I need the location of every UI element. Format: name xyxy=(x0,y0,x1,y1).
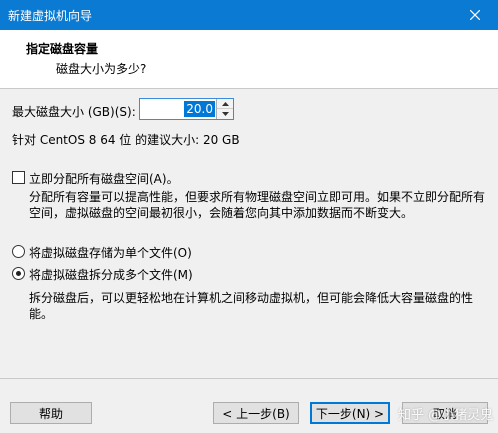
single-file-radio[interactable] xyxy=(12,245,25,258)
disk-size-input[interactable]: 20.0 xyxy=(184,101,215,117)
page-title: 指定磁盘容量 xyxy=(26,42,99,56)
multi-file-label[interactable]: 将虚拟磁盘拆分成多个文件(M) xyxy=(29,266,193,283)
help-button[interactable]: 帮助 xyxy=(10,402,92,424)
allocate-checkbox[interactable] xyxy=(12,171,25,184)
watermark: 知乎 @小猪灵鬼 xyxy=(398,408,494,423)
next-button[interactable]: 下一步(N) > xyxy=(310,402,390,424)
multi-file-radio[interactable] xyxy=(12,267,25,280)
page-subtitle: 磁盘大小为多少? xyxy=(56,62,147,76)
triangle-down-icon xyxy=(221,112,229,116)
window-title: 新建虚拟机向导 xyxy=(8,9,93,23)
recommended-size-text: 针对 CentOS 8 64 位 的建议大小: 20 GB xyxy=(12,133,240,147)
footer-divider xyxy=(0,378,498,379)
back-button[interactable]: < 上一步(B) xyxy=(213,402,299,424)
allocate-description-line2: 空间，虚拟磁盘的空间最初很小，会随着您向其中添加数据而不断变大。 xyxy=(29,206,414,220)
allocate-label[interactable]: 立即分配所有磁盘空间(A)。 xyxy=(29,170,179,187)
title-bar: 新建虚拟机向导 xyxy=(0,0,498,30)
stepper-up-button[interactable] xyxy=(217,99,233,109)
close-icon xyxy=(470,10,480,20)
disk-size-stepper[interactable]: 20.0 xyxy=(139,98,234,120)
stepper-down-button[interactable] xyxy=(217,109,233,119)
wizard-header: 指定磁盘容量 磁盘大小为多少? xyxy=(0,30,498,89)
triangle-up-icon xyxy=(221,101,229,106)
radio-selected-dot xyxy=(16,271,21,276)
stepper-arrows xyxy=(216,99,233,119)
disk-size-label: 最大磁盘大小 (GB)(S): xyxy=(12,105,136,119)
allocate-description-line1: 分配所有容量可以提高性能，但要求所有物理磁盘空间立即可用。如果不立即分配所有 xyxy=(29,190,486,204)
multi-file-description-line2: 能。 xyxy=(29,307,54,321)
close-button[interactable] xyxy=(452,0,498,30)
multi-file-description-line1: 拆分磁盘后，可以更轻松地在计算机之间移动虚拟机，但可能会降低大容量磁盘的性 xyxy=(29,291,474,305)
single-file-label[interactable]: 将虚拟磁盘存储为单个文件(O) xyxy=(29,244,192,261)
